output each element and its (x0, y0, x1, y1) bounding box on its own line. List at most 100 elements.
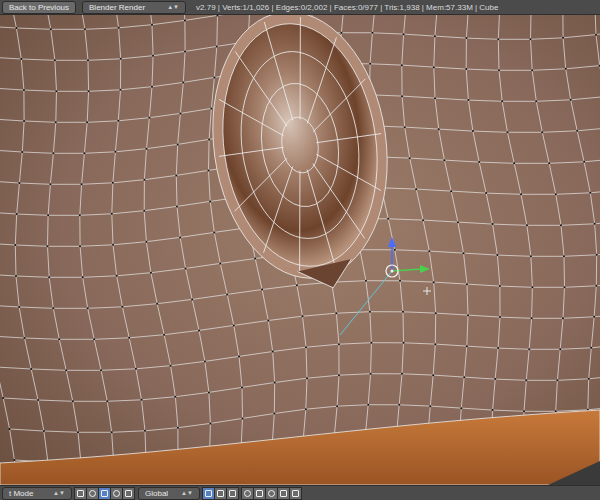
mesh-vertex[interactable] (174, 396, 176, 398)
mesh-vertex[interactable] (498, 69, 500, 71)
mesh-vertex[interactable] (184, 50, 186, 52)
mesh-vertex[interactable] (460, 407, 462, 409)
mesh-vertex[interactable] (594, 223, 596, 225)
mesh-vertex[interactable] (506, 131, 508, 133)
mesh-vertex[interactable] (369, 63, 371, 65)
mesh-vertex[interactable] (9, 428, 11, 430)
mesh-vertex[interactable] (433, 66, 435, 68)
mesh-vertex[interactable] (415, 188, 417, 190)
mesh-vertex[interactable] (46, 245, 48, 247)
mesh-vertex[interactable] (560, 224, 562, 226)
mesh-vertex[interactable] (595, 285, 597, 287)
mesh-vertex[interactable] (151, 86, 153, 88)
mesh-vertex[interactable] (65, 369, 67, 371)
mesh-vertex[interactable] (54, 59, 56, 61)
mesh-vertex[interactable] (429, 405, 431, 407)
mesh-vertex[interactable] (213, 231, 215, 233)
mesh-vertex[interactable] (531, 69, 533, 71)
mesh-vertex[interactable] (111, 431, 113, 433)
mesh-vertex[interactable] (428, 250, 430, 252)
mesh-vertex[interactable] (55, 90, 57, 92)
mode-dropdown[interactable]: t Mode▲▼ (2, 487, 72, 500)
mesh-vertex[interactable] (399, 280, 401, 282)
mesh-vertex[interactable] (530, 255, 532, 257)
mesh-vertex[interactable] (588, 378, 590, 380)
mesh-vertex[interactable] (30, 368, 32, 370)
mesh-vertex[interactable] (58, 338, 60, 340)
mesh-vertex[interactable] (273, 412, 275, 414)
mesh-vertex[interactable] (401, 95, 403, 97)
mesh-vertex[interactable] (596, 254, 598, 256)
mesh-vertex[interactable] (305, 346, 307, 348)
mesh-vertex[interactable] (434, 343, 436, 345)
mesh-vertex[interactable] (13, 459, 15, 461)
mesh-vertex[interactable] (559, 348, 561, 350)
mesh-vertex[interactable] (398, 404, 400, 406)
mesh-vertex[interactable] (494, 378, 496, 380)
mesh-vertex[interactable] (191, 298, 193, 300)
mesh-vertex[interactable] (2, 397, 4, 399)
mesh-vertex[interactable] (83, 152, 85, 154)
mesh-vertex[interactable] (118, 27, 120, 29)
mesh-vertex[interactable] (72, 400, 74, 402)
mesh-vertex[interactable] (112, 182, 114, 184)
mesh-vertex[interactable] (403, 342, 405, 344)
mesh-vertex[interactable] (497, 347, 499, 349)
mesh-vertex[interactable] (562, 317, 564, 319)
mesh-vertex[interactable] (370, 373, 372, 375)
mesh-vertex[interactable] (52, 152, 54, 154)
mesh-vertex[interactable] (520, 193, 522, 195)
mesh-vertex[interactable] (15, 275, 17, 277)
mesh-vertex[interactable] (335, 312, 337, 314)
mesh-vertex[interactable] (478, 161, 480, 163)
mesh-vertex[interactable] (182, 81, 184, 83)
mesh-vertex[interactable] (338, 343, 340, 345)
mesh-vertex[interactable] (43, 430, 45, 432)
mesh-vertex[interactable] (179, 236, 181, 238)
mesh-vertex[interactable] (179, 112, 181, 114)
mesh-vertex[interactable] (88, 90, 90, 92)
mesh-vertex[interactable] (548, 162, 550, 164)
mesh-vertex[interactable] (141, 399, 143, 401)
mesh-vertex[interactable] (526, 224, 528, 226)
mesh-vertex[interactable] (467, 99, 469, 101)
mesh-vertex[interactable] (135, 368, 137, 370)
mesh-vertex[interactable] (555, 410, 557, 412)
render-engine-dropdown[interactable]: Blender Render▲▼ (82, 1, 186, 14)
mesh-vertex[interactable] (242, 417, 244, 419)
mesh-vertex[interactable] (492, 409, 494, 411)
mesh-vertex[interactable] (523, 410, 525, 412)
mesh-vertex[interactable] (152, 55, 154, 57)
mesh-vertex[interactable] (513, 162, 515, 164)
mesh-vertex[interactable] (467, 314, 469, 316)
mesh-vertex[interactable] (86, 121, 88, 123)
mesh-vertex[interactable] (463, 376, 465, 378)
mesh-vertex[interactable] (52, 307, 54, 309)
mesh-vertex[interactable] (394, 249, 396, 251)
mesh-vertex[interactable] (128, 337, 130, 339)
mesh-vertex[interactable] (209, 422, 211, 424)
mesh-vertex[interactable] (216, 45, 218, 47)
tool-button[interactable] (289, 487, 302, 500)
mesh-vertex[interactable] (531, 286, 533, 288)
mesh-vertex[interactable] (177, 143, 179, 145)
orientation-dropdown[interactable]: Global▲▼ (138, 487, 200, 500)
mesh-vertex[interactable] (438, 128, 440, 130)
mesh-vertex[interactable] (23, 337, 25, 339)
mesh-vertex[interactable] (175, 174, 177, 176)
mesh-vertex[interactable] (369, 311, 371, 313)
mesh-vertex[interactable] (529, 38, 531, 40)
mesh-vertex[interactable] (401, 373, 403, 375)
mesh-vertex[interactable] (144, 430, 146, 432)
mesh-vertex[interactable] (143, 179, 145, 181)
mesh-vertex[interactable] (117, 120, 119, 122)
mesh-vertex[interactable] (112, 244, 114, 246)
mesh-vertex[interactable] (404, 126, 406, 128)
mesh-vertex[interactable] (151, 24, 153, 26)
mesh-vertex[interactable] (121, 306, 123, 308)
mesh-vertex[interactable] (593, 316, 595, 318)
mesh-vertex[interactable] (387, 218, 389, 220)
select-mode-button[interactable] (226, 487, 239, 500)
mesh-vertex[interactable] (82, 276, 84, 278)
mesh-vertex[interactable] (499, 285, 501, 287)
